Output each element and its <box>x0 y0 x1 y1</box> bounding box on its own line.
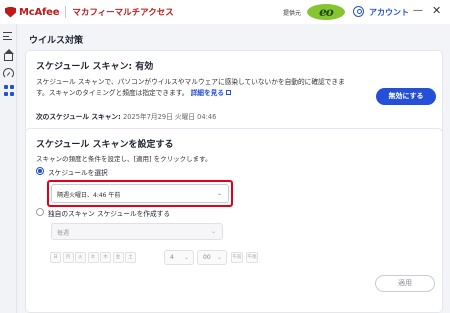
provider-logo-text: eo <box>319 5 334 19</box>
pm-toggle[interactable]: 午後 <box>246 252 258 263</box>
frequency-dropdown-value: 毎週 <box>57 230 70 237</box>
title-divider <box>65 6 67 18</box>
provider-label: 提供元 <box>283 10 302 17</box>
select-schedule-radio[interactable] <box>36 167 44 175</box>
minute-dropdown[interactable]: 00 ⌄ <box>197 250 227 265</box>
minute-value: 00 <box>203 254 211 261</box>
frequency-dropdown[interactable]: 毎週 ⌄ <box>51 223 223 240</box>
status-description: スケジュール スキャンで、パソコンがウイルスやマルウェアに感染していないかを自動… <box>36 77 346 99</box>
mcafee-logo: McAfee <box>5 6 60 18</box>
day-wednesday[interactable]: 水 <box>87 252 99 263</box>
next-scan-label: 次のスケジュール スキャン: <box>36 113 121 121</box>
hour-dropdown[interactable]: 4 ⌄ <box>164 250 194 265</box>
day-saturday[interactable]: 土 <box>125 252 136 263</box>
apply-button[interactable]: 適用 <box>375 275 435 292</box>
next-scan-date: 2025年7月29日 火曜日 04:46 <box>122 113 217 121</box>
schedule-settings-card: スケジュール スキャンを設定する スキャンの頻度と条件を設定し、[適用] をクリ… <box>25 128 443 313</box>
mcafee-shield-icon <box>5 6 16 18</box>
page-title: ウイルス対策 <box>29 36 84 46</box>
settings-description: スキャンの頻度と条件を設定し、[適用] をクリックします。 <box>36 155 212 163</box>
menu-icon[interactable] <box>3 32 14 43</box>
logo-text: McAfee <box>19 6 60 18</box>
disable-button[interactable]: 無効にする <box>376 88 436 105</box>
select-schedule-label[interactable]: スケジュールを選択 <box>48 167 108 177</box>
schedule-dropdown[interactable]: 隔週火曜日、4:46 午前 ⌄ <box>51 184 229 203</box>
sidebar <box>0 24 17 313</box>
day-monday[interactable]: 月 <box>62 252 74 263</box>
day-thursday[interactable]: 木 <box>100 252 111 263</box>
day-tuesday[interactable]: 火 <box>75 252 86 263</box>
gauge-icon[interactable] <box>3 68 14 79</box>
account-button[interactable]: アカウント <box>369 7 409 18</box>
details-link[interactable]: 詳細を見る <box>191 89 224 97</box>
day-friday[interactable]: 金 <box>112 252 124 263</box>
apps-icon[interactable] <box>4 85 15 96</box>
custom-schedule-radio[interactable] <box>36 208 44 216</box>
day-sunday[interactable]: 日 <box>50 252 61 263</box>
close-button[interactable]: ✕ <box>432 4 441 17</box>
main-content: ウイルス対策 スケジュール スキャン: 有効 スケジュール スキャンで、パソコン… <box>17 24 450 313</box>
account-icon[interactable] <box>353 6 364 17</box>
chevron-down-icon: ⌄ <box>216 254 222 261</box>
am-toggle[interactable]: 午前 <box>231 252 243 263</box>
hour-value: 4 <box>170 254 174 261</box>
schedule-dropdown-value: 隔週火曜日、4:46 午前 <box>57 192 121 199</box>
home-icon[interactable] <box>3 49 14 61</box>
provider-logo: eo <box>307 4 345 20</box>
minimize-button[interactable]: — <box>413 5 423 16</box>
day-selector: 日 月 火 水 木 金 土 <box>50 252 138 263</box>
settings-title: スケジュール スキャンを設定する <box>36 140 174 150</box>
app-title: マカフィーマルチアクセス <box>72 8 174 18</box>
chevron-down-icon: ⌄ <box>216 190 222 197</box>
next-scan-info: 次のスケジュール スキャン: 2025年7月29日 火曜日 04:46 <box>36 111 216 121</box>
chevron-down-icon: ⌄ <box>210 228 216 235</box>
external-link-icon <box>226 90 232 95</box>
chevron-down-icon: ⌄ <box>183 254 189 261</box>
custom-schedule-label[interactable]: 独自のスキャン スケジュールを作成する <box>48 208 170 218</box>
status-title: スケジュール スキャン: 有効 <box>36 62 154 72</box>
